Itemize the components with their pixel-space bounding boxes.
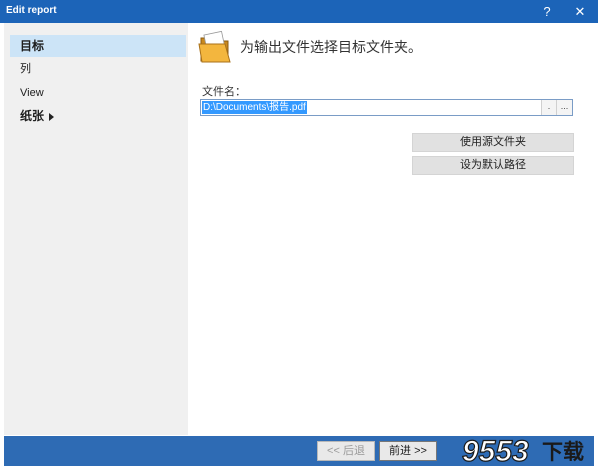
sidebar-item-target[interactable]: 目标 bbox=[10, 35, 186, 57]
svg-text:下载: 下载 bbox=[542, 440, 584, 464]
clear-button[interactable]: . bbox=[541, 100, 556, 115]
sidebar-item-label: View bbox=[20, 87, 44, 99]
use-source-folder-button[interactable]: 使用源文件夹 bbox=[412, 133, 574, 152]
sidebar-item-view[interactable]: View bbox=[10, 82, 186, 104]
sidebar-item-paper[interactable]: 纸张 bbox=[10, 105, 186, 127]
back-button[interactable]: << 后退 bbox=[317, 441, 375, 461]
sidebar: 目标 列 View 纸张 bbox=[4, 23, 188, 435]
help-button[interactable]: ? bbox=[532, 0, 562, 23]
file-name-label: 文件名： bbox=[202, 86, 246, 98]
sidebar-item-columns[interactable]: 列 bbox=[10, 58, 186, 80]
sidebar-item-label: 目标 bbox=[20, 39, 45, 53]
folder-icon bbox=[198, 30, 231, 63]
title-bar: Edit report ? ✕ bbox=[0, 0, 598, 23]
sidebar-item-label: 列 bbox=[20, 63, 31, 75]
window-title: Edit report bbox=[6, 5, 57, 16]
file-name-field[interactable]: D:\Documents\报告.pdf . ... bbox=[200, 99, 573, 116]
svg-text:9553: 9553 bbox=[462, 435, 529, 468]
next-button[interactable]: 前进 >> bbox=[379, 441, 437, 461]
main-panel: 为输出文件选择目标文件夹。 文件名： D:\Documents\报告.pdf .… bbox=[188, 23, 594, 435]
page-heading: 为输出文件选择目标文件夹。 bbox=[240, 39, 422, 55]
file-name-value[interactable]: D:\Documents\报告.pdf bbox=[202, 101, 307, 114]
watermark-logo: 9553 下载 bbox=[461, 434, 584, 468]
close-button[interactable]: ✕ bbox=[565, 0, 595, 23]
browse-button[interactable]: ... bbox=[556, 100, 572, 115]
sidebar-item-label: 纸张 bbox=[20, 109, 45, 123]
chevron-right-icon bbox=[49, 112, 55, 121]
set-default-path-button[interactable]: 设为默认路径 bbox=[412, 156, 574, 175]
